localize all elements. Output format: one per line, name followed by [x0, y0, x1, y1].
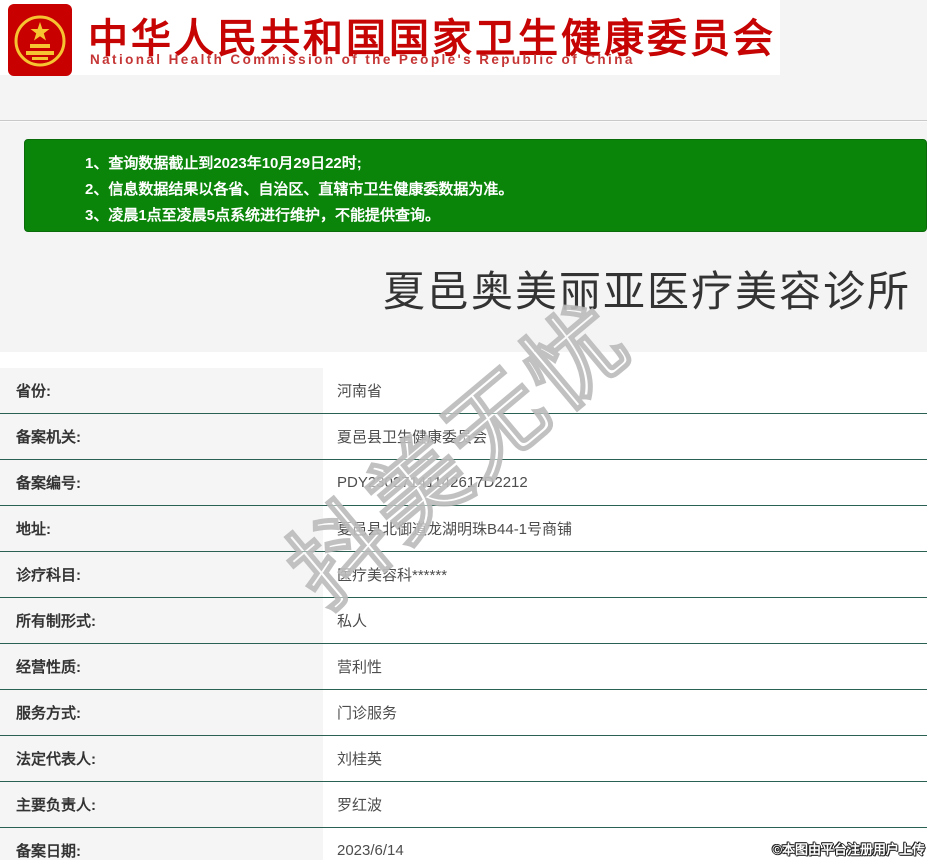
row-value: 刘桂英	[337, 751, 383, 768]
page: 中华人民共和国国家卫生健康委员会 National Health Commiss…	[0, 0, 927, 860]
row-value: 罗红波	[337, 797, 383, 814]
row-label: 地址:	[0, 506, 323, 551]
row-label: 经营性质:	[0, 644, 323, 689]
table-row: 备案编号: PDY23027141142617D2212	[0, 460, 927, 506]
row-value: 夏邑县卫生健康委员会	[337, 429, 488, 446]
site-header: 中华人民共和国国家卫生健康委员会 National Health Commiss…	[0, 0, 780, 76]
row-label: 备案日期:	[0, 828, 323, 860]
table-row: 地址: 夏邑县北御道龙湖明珠B44-1号商铺	[0, 506, 927, 552]
table-row: 法定代表人: 刘桂英	[0, 736, 927, 782]
row-value: 私人	[337, 613, 368, 630]
table-row: 经营性质: 营利性	[0, 644, 927, 690]
row-value: 河南省	[337, 383, 383, 400]
row-label: 法定代表人:	[0, 736, 323, 781]
header-divider	[0, 120, 927, 122]
row-label: 诊疗科目:	[0, 552, 323, 597]
row-value: 门诊服务	[337, 705, 398, 722]
institution-title: 夏邑奥美丽亚医疗美容诊所	[382, 268, 911, 315]
org-title-en: National Health Commission of the People…	[90, 52, 635, 67]
table-row: 诊疗科目: 医疗美容科******	[0, 552, 927, 598]
notice-line-1: 1、查询数据截止到2023年10月29日22时;	[85, 155, 362, 172]
table-row: 服务方式: 门诊服务	[0, 690, 927, 736]
row-label: 省份:	[0, 368, 323, 413]
row-label: 备案机关:	[0, 414, 323, 459]
row-label: 服务方式:	[0, 690, 323, 735]
row-value: 营利性	[337, 659, 383, 676]
row-value: 夏邑县北御道龙湖明珠B44-1号商铺	[337, 521, 573, 538]
row-value: PDY23027141142617D2212	[337, 474, 528, 491]
table-row: 主要负责人: 罗红波	[0, 782, 927, 828]
notice-box: 1、查询数据截止到2023年10月29日22时; 2、信息数据结果以各省、自治区…	[24, 139, 927, 232]
row-label: 所有制形式:	[0, 598, 323, 643]
table-row: 省份: 河南省	[0, 368, 927, 414]
copyright-watermark: ©本图由平台注册用户上传	[772, 842, 925, 857]
row-value: 医疗美容科******	[337, 567, 448, 584]
row-label: 备案编号:	[0, 460, 323, 505]
record-table: 省份: 河南省 备案机关: 夏邑县卫生健康委员会 备案编号: PDY230271…	[0, 368, 927, 860]
table-row: 备案机关: 夏邑县卫生健康委员会	[0, 414, 927, 460]
national-emblem-icon	[8, 4, 72, 76]
notice-line-2: 2、信息数据结果以各省、自治区、直辖市卫生健康委数据为准。	[85, 181, 514, 198]
table-row: 所有制形式: 私人	[0, 598, 927, 644]
notice-line-3: 3、凌晨1点至凌晨5点系统进行维护，不能提供查询。	[85, 207, 441, 224]
row-label: 主要负责人:	[0, 782, 323, 827]
